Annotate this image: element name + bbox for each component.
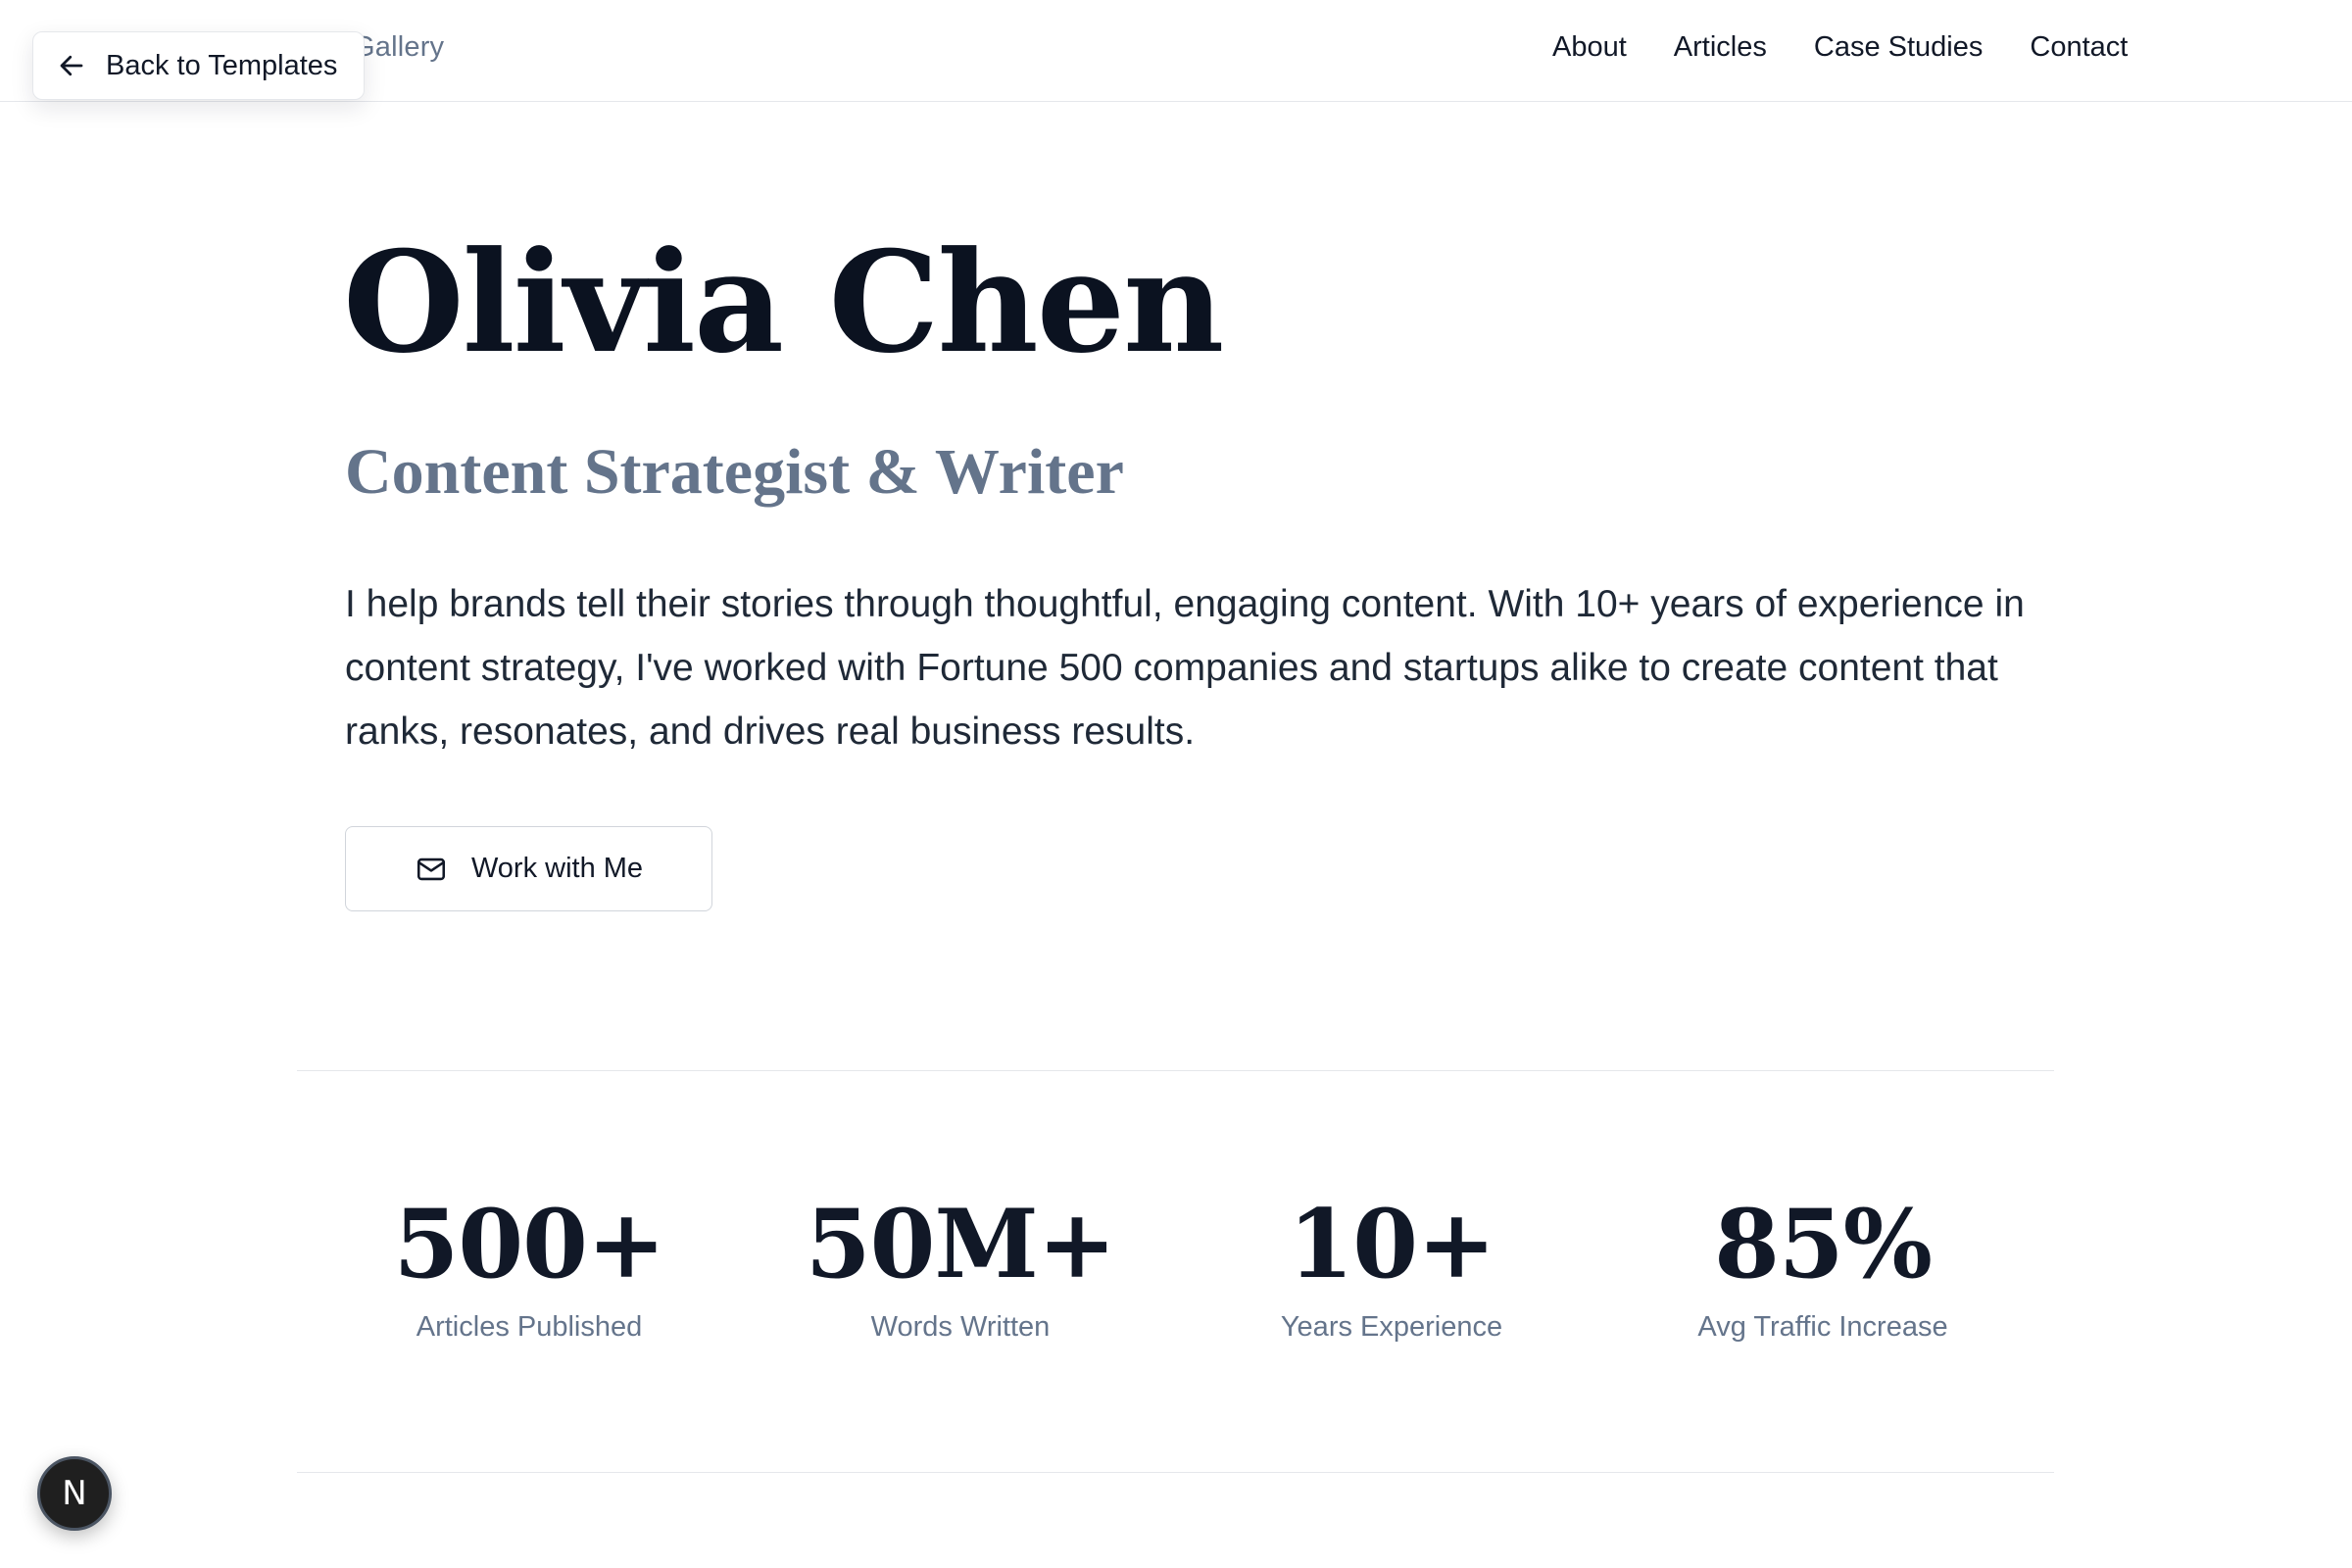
cta-label: Work with Me [470,853,644,884]
arrow-left-icon [57,51,86,80]
work-with-me-button[interactable]: Work with Me [345,826,712,911]
divider-bottom [297,1472,2054,1473]
stats-row: 500+ Articles Published 50M+ Words Writt… [314,1186,2038,1344]
stat-years: 10+ Years Experience [1176,1186,1607,1344]
stat-value: 10+ [1288,1189,1495,1299]
nav-link-contact[interactable]: Contact [2030,31,2128,64]
hero-role: Content Strategist & Writer [345,436,1124,508]
stat-label: Avg Traffic Increase [1697,1311,1948,1343]
back-to-templates-button[interactable]: Back to Templates [32,31,365,100]
nav-link-articles[interactable]: Articles [1674,31,1767,64]
back-button-label: Back to Templates [106,49,338,81]
stat-label: Years Experience [1280,1311,1503,1343]
hero-bio: I help brands tell their stories through… [345,583,2025,753]
stat-value: 50M+ [805,1189,1116,1299]
nav-link-about[interactable]: About [1552,31,1627,64]
stat-articles: 500+ Articles Published [314,1186,745,1344]
stat-words: 50M+ Words Written [745,1186,1176,1344]
divider-top [297,1070,2054,1071]
stat-value: 85% [1714,1189,1933,1299]
brand-link[interactable]: Gallery [353,31,444,64]
stat-traffic: 85% Avg Traffic Increase [1607,1186,2038,1344]
stat-label: Words Written [870,1311,1051,1343]
nav-link-case-studies[interactable]: Case Studies [1814,31,1984,64]
stat-value: 500+ [393,1189,666,1299]
n-logo-button[interactable]: N [37,1456,112,1531]
hero-name: Olivia Chen [343,221,1224,384]
n-logo-icon: N [62,1474,87,1513]
main-nav: About Articles Case Studies Contact [1552,31,2128,64]
mail-icon [415,853,448,886]
stat-label: Articles Published [416,1311,643,1343]
